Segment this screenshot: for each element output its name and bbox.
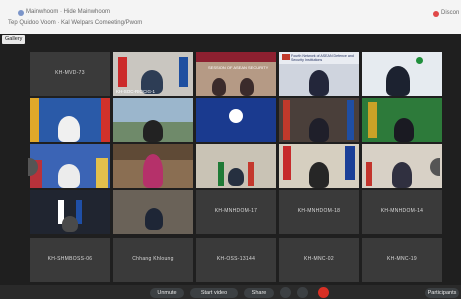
participant-tile[interactable]: [362, 98, 442, 142]
window-title: Mainwhoom · Hide Mainwhoom: [26, 9, 111, 15]
participant-tile[interactable]: SESSION OF ASEAN SECURITY: [196, 52, 276, 96]
participant-tile[interactable]: [30, 190, 110, 234]
participant-tile[interactable]: KH-MVD-73: [30, 52, 110, 96]
participant-name: KH-SOC-RIOCIG-1: [116, 89, 156, 94]
participant-tile[interactable]: KH-MNHDOM-17: [196, 190, 276, 234]
participant-tile[interactable]: KH-MNC-02: [279, 238, 359, 282]
participant-name: KH-MNHDOM-18: [297, 208, 341, 214]
participant-tile[interactable]: [113, 144, 193, 188]
emblem-icon: [416, 57, 423, 64]
participant-tile[interactable]: KH-MNHDOM-18: [279, 190, 359, 234]
participant-tile[interactable]: KH-SHMBOSS-06: [30, 238, 110, 282]
reactions-icon[interactable]: [280, 287, 291, 298]
app-icon: [18, 10, 24, 16]
participant-tile[interactable]: [113, 98, 193, 142]
participant-tile[interactable]: [30, 144, 110, 188]
participant-tile[interactable]: KH-SOC-RIOCIG-1: [113, 52, 193, 96]
participant-tile[interactable]: Fourth Network of ASEAN Defence and Secu…: [279, 52, 359, 96]
participant-tile[interactable]: [196, 144, 276, 188]
participant-name: KH-OSS-13144: [216, 256, 256, 262]
participant-tile[interactable]: [279, 144, 359, 188]
participant-tile[interactable]: KH-MNHDOM-14: [362, 190, 442, 234]
view-badge[interactable]: Gallery: [2, 35, 26, 44]
participant-name: KH-MNC-19: [387, 256, 417, 262]
participant-tile[interactable]: [30, 98, 110, 142]
participant-tile[interactable]: KH-MNC-19: [362, 238, 442, 282]
participant-tile[interactable]: [113, 190, 193, 234]
record-icon: [433, 11, 439, 17]
window-subtitle: Tep Quidoo Voom · Kal Welpars Comeeting/…: [8, 20, 143, 26]
participant-tile[interactable]: Chhang Khloung: [113, 238, 193, 282]
leave-call-icon[interactable]: [318, 287, 329, 298]
share-button[interactable]: Share: [244, 288, 274, 298]
more-icon[interactable]: [297, 287, 308, 298]
meeting-window: Mainwhoom · Hide Mainwhoom Tep Quidoo Vo…: [0, 0, 461, 299]
browser-chrome: Mainwhoom · Hide Mainwhoom Tep Quidoo Vo…: [0, 0, 461, 45]
unmute-button[interactable]: Unmute: [150, 288, 184, 298]
participant-tile[interactable]: [279, 98, 359, 142]
start-video-button[interactable]: Start video: [190, 288, 238, 298]
participant-name: Fourth Network of ASEAN Defence and Secu…: [291, 54, 354, 62]
participant-name: KH-SHMBOSS-06: [47, 256, 93, 262]
participant-name: KH-MVD-73: [55, 70, 85, 76]
participant-name: SESSION OF ASEAN SECURITY: [208, 65, 269, 70]
participants-button[interactable]: Participants: [425, 288, 459, 298]
participant-name: KH-MNHDOM-17: [214, 208, 258, 214]
participant-tile[interactable]: [196, 98, 276, 142]
participant-tile[interactable]: [362, 52, 442, 96]
participant-name: KH-MNHDOM-14: [380, 208, 424, 214]
participant-name: Chhang Khloung: [132, 256, 174, 262]
recording-label: Discon: [441, 10, 460, 16]
participant-name: KH-MNC-02: [304, 256, 334, 262]
participant-tile[interactable]: KH-OSS-13144: [196, 238, 276, 282]
